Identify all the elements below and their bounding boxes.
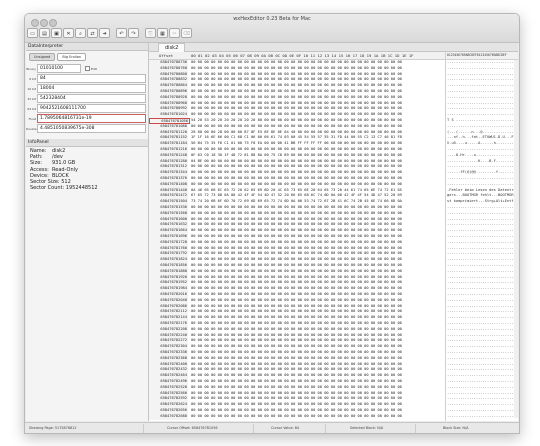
info-list: Name: disk2 Path:/dev Size: 931.0 GB Acces… (26, 147, 148, 192)
double-field[interactable]: 4.4851050839675e-308 (37, 124, 146, 133)
copy-icon[interactable]: ⎘ (145, 28, 156, 38)
16bit-row: 16 bit 18004 (26, 84, 148, 93)
replace-icon[interactable]: ⇄ (87, 28, 98, 38)
row-ascii[interactable]: ................................ (447, 414, 518, 420)
ascii-column-header: 0123456789ABCDEF0123456789ABCDEF (447, 53, 507, 57)
app-window: wxHexEditor 0.23 Beta for Mac ▭ ▤ ▣ ✕ ⌕ … (24, 13, 520, 434)
edit-checkbox[interactable]: Edit (85, 66, 97, 71)
delete-icon[interactable]: ⌫ (181, 28, 192, 38)
float-field[interactable]: 1.7895064816731e-19 (37, 114, 146, 123)
double-row: Double 4.4851050839675e-308 (26, 124, 148, 133)
status-selected-block: Selected Block: N/A (350, 426, 384, 430)
hex-column-header: 00 01 02 03 04 05 06 07 08 09 0A 0B 0C 0… (191, 53, 414, 58)
info-sector-count: Sector Count: 1952448512 (30, 185, 98, 192)
16bit-label: 16 bit (27, 86, 36, 91)
status-cursor-value: Cursor Value: 84 (271, 426, 300, 430)
row-hex-bytes[interactable]: 00 00 00 00 00 00 00 00 00 00 00 00 00 0… (191, 414, 402, 420)
binary-label: Binary (26, 66, 36, 71)
32bit-label: 32 bit (27, 96, 36, 101)
redo-icon[interactable]: ↷ (128, 28, 139, 38)
checkbox-icon[interactable] (85, 66, 90, 71)
undo-icon[interactable]: ↶ (116, 28, 127, 38)
32bit-field[interactable]: 542328404 (37, 94, 146, 103)
goto-icon[interactable]: ➜ (99, 28, 110, 38)
binary-field[interactable]: 01010100 (37, 64, 81, 73)
status-showing-page: Showing Page: 5175876812 (29, 426, 77, 430)
find-icon[interactable]: ⌕ (75, 28, 86, 38)
status-cursor-offset: Cursor Offset: 658476781056 (167, 426, 218, 430)
64bit-field[interactable]: 9042521608111700 (37, 104, 146, 113)
new-icon[interactable]: ▭ (27, 28, 38, 38)
save-icon[interactable]: ▣ (51, 28, 62, 38)
hex-row[interactable]: 658476782688 00 00 00 00 00 00 00 00 00 0… (149, 413, 518, 420)
8bit-field[interactable]: 84 (37, 74, 146, 83)
float-row: Float 1.7895064816731e-19 (26, 114, 148, 123)
64bit-label: 64 bit (27, 106, 36, 111)
tab-disk2[interactable]: disk2 (158, 43, 186, 52)
offset-header: Offset (159, 53, 174, 58)
endian-selector: Unsigned Big Endian (26, 51, 148, 63)
edit-label: Edit (91, 66, 97, 71)
data-interpreter-title: DataInterpreter (26, 43, 148, 51)
double-label: Double (26, 126, 37, 131)
close-icon[interactable]: ✕ (63, 28, 74, 38)
hex-rows[interactable]: 658476780736 00 00 00 00 00 00 00 00 00 0… (149, 60, 518, 420)
status-block-size: Block Size: N/A (443, 426, 469, 430)
window-title: wxHexEditor 0.23 Beta for Mac (233, 16, 311, 22)
info-panel-title: InfoPanel (26, 139, 148, 147)
title-bar: wxHexEditor 0.23 Beta for Mac ▭ ▤ ▣ ✕ ⌕ … (25, 14, 519, 43)
toolbar: ▭ ▤ ▣ ✕ ⌕ ⇄ ➜ ↶ ↷ ⎘ ▦ ✂ ⌫ (27, 28, 192, 39)
binary-row: Binary 01010100 Edit (26, 64, 148, 73)
open-icon[interactable]: ▤ (39, 28, 50, 38)
tab-bar: disk2 (149, 43, 518, 52)
32bit-row: 32 bit 542328404 (26, 94, 148, 103)
8bit-label: 8 bit (29, 76, 36, 81)
hex-editor-area: disk2 Offset 00 01 02 03 04 05 06 07 08 … (149, 43, 518, 421)
hex-header: Offset 00 01 02 03 04 05 06 07 08 09 0A … (149, 52, 518, 60)
left-panels: DataInterpreter Unsigned Big Endian Bina… (26, 43, 149, 421)
vertical-scrollbar[interactable] (514, 60, 518, 418)
16bit-field[interactable]: 18004 (37, 84, 146, 93)
64bit-row: 64 bit 9042521608111700 (26, 104, 148, 113)
big-endian-toggle[interactable]: Big Endian (57, 53, 87, 61)
float-label: Float (28, 116, 36, 121)
status-bar: Showing Page: 5175876812 Cursor Offset: … (25, 422, 519, 433)
unsigned-toggle[interactable]: Unsigned (29, 53, 56, 61)
8bit-row: 8 bit 84 (26, 74, 148, 83)
row-offset: 658476782688 (149, 413, 188, 420)
paste-icon[interactable]: ▦ (157, 28, 168, 38)
cut-icon[interactable]: ✂ (169, 28, 180, 38)
info-panel: InfoPanel Name: disk2 Path:/dev Size: 931.… (26, 139, 148, 192)
